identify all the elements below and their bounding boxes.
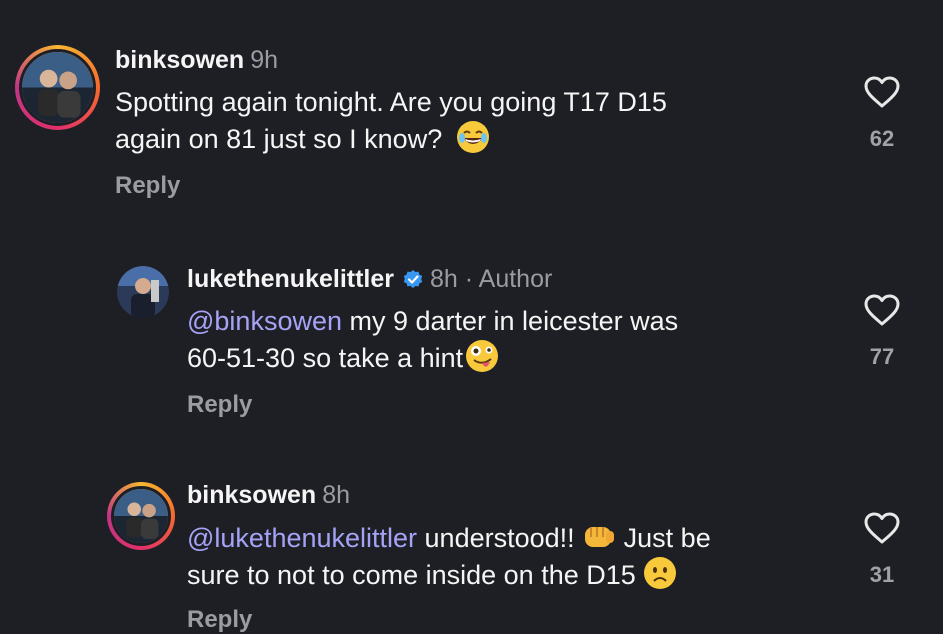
username[interactable]: binksowen	[187, 481, 316, 509]
comment-text: @lukethenukelittler understood!! Just be…	[187, 519, 847, 593]
comment-text: @binksowen my 9 darter in leicester was …	[187, 306, 679, 373]
timestamp: 8h · Author	[430, 265, 553, 293]
like-count: 31	[869, 562, 895, 587]
reply-button[interactable]: Reply	[187, 606, 252, 634]
zany-face-emoji-icon	[465, 339, 499, 373]
avatar[interactable]	[107, 482, 175, 550]
username[interactable]: lukethenukelittler	[187, 265, 394, 293]
timestamp: 9h	[250, 46, 278, 74]
username[interactable]: binksowen	[115, 46, 244, 74]
mention-link[interactable]: @lukethenukelittler	[187, 523, 417, 553]
avatar[interactable]	[117, 266, 169, 318]
reply-button[interactable]: Reply	[115, 172, 180, 200]
heart-outline-icon[interactable]	[864, 294, 900, 326]
like-count: 62	[869, 126, 895, 151]
avatar-image	[117, 266, 169, 318]
avatar-image	[22, 52, 93, 123]
like-count: 77	[869, 344, 895, 369]
heart-outline-icon[interactable]	[864, 512, 900, 544]
verified-badge-icon	[402, 267, 424, 297]
mention-link[interactable]: @binksowen	[187, 306, 342, 336]
like-area: 77	[852, 294, 912, 370]
heart-outline-icon[interactable]	[864, 76, 900, 108]
timestamp: 8h	[322, 481, 350, 509]
laughing-emoji-icon	[456, 120, 490, 154]
like-area: 31	[852, 512, 912, 588]
worried-face-emoji-icon	[643, 556, 677, 590]
reply-button[interactable]: Reply	[187, 391, 252, 419]
comment-text: Spotting again tonight. Are you going T1…	[115, 87, 667, 154]
like-area: 62	[852, 76, 912, 152]
oncoming-fist-emoji-icon	[582, 519, 616, 553]
avatar[interactable]	[15, 45, 100, 130]
avatar-image	[114, 489, 168, 543]
